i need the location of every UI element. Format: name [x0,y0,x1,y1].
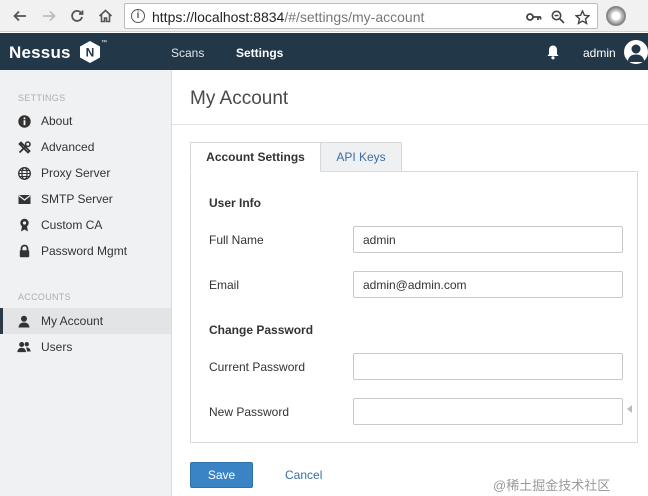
save-button[interactable]: Save [190,462,253,488]
user-icon [17,314,31,328]
app-logo[interactable]: Nessus [9,43,71,63]
new-password-input[interactable] [353,398,623,425]
url-text[interactable]: https://localhost:8834/#/settings/my-acc… [152,9,424,25]
sidebar-item-label: Advanced [41,140,95,154]
sidebar-heading-accounts: ACCOUNTS [18,292,71,302]
reload-icon[interactable] [67,6,87,26]
full-name-input[interactable] [353,226,623,253]
new-password-label: New Password [209,405,290,419]
certificate-icon [17,218,31,232]
sidebar-item-users[interactable]: Users [0,334,171,360]
username[interactable]: admin [583,46,616,60]
back-arrow-icon[interactable] [10,6,30,26]
globe-icon [17,166,31,180]
home-icon[interactable] [95,6,115,26]
url-path: /#/settings/my-account [284,9,425,25]
key-icon[interactable] [525,8,543,26]
current-password-input[interactable] [353,353,623,380]
sidebar-item-label: My Account [41,314,104,328]
avatar-icon[interactable] [624,40,648,64]
tools-icon [17,140,31,154]
sidebar-item-about[interactable]: About [0,108,171,134]
sidebar-item-smtp-server[interactable]: SMTP Server [0,186,171,212]
sidebar-item-label: SMTP Server [41,192,113,206]
tab-api-keys[interactable]: API Keys [320,142,402,172]
logo-mark: N [86,46,95,60]
bookmark-star-icon[interactable] [573,8,591,26]
lock-icon [17,244,31,258]
sidebar-item-password-mgmt[interactable]: Password Mgmt [0,238,171,264]
user-info-heading: User Info [209,196,262,210]
forward-arrow-icon[interactable] [39,6,59,26]
app-header: Nessus N ™ Scans Settings admin [0,33,648,70]
extension-icon[interactable] [606,6,626,26]
sidebar: SETTINGS About Advanced Proxy Server SMT… [0,70,172,496]
sidebar-item-label: About [41,114,73,128]
sidebar-item-advanced[interactable]: Advanced [0,134,171,160]
nav-scans[interactable]: Scans [171,46,204,60]
info-icon [17,114,31,128]
scroll-hint-icon [627,405,632,413]
page-title: My Account [190,88,289,109]
email-label: Email [209,278,240,292]
cancel-button[interactable]: Cancel [285,468,322,482]
change-password-heading: Change Password [209,323,314,337]
envelope-icon [17,192,31,206]
full-name-label: Full Name [209,233,264,247]
trademark: ™ [101,40,107,46]
sidebar-item-label: Custom CA [41,218,103,232]
url-host: https://localhost:8834 [152,9,285,25]
email-input[interactable] [353,271,623,298]
divider [172,124,648,125]
current-password-label: Current Password [209,360,306,374]
tab-account-settings[interactable]: Account Settings [190,142,321,172]
nessus-logo-icon: N [80,41,100,63]
watermark: @稀土掘金技术社区 [493,478,611,493]
browser-toolbar: i https://localhost:8834/#/settings/my-a… [0,0,648,32]
sidebar-item-label: Password Mgmt [41,244,128,258]
sidebar-item-label: Proxy Server [41,166,111,180]
sidebar-item-my-account[interactable]: My Account [0,308,171,334]
info-icon[interactable]: i [131,9,145,23]
sidebar-item-custom-ca[interactable]: Custom CA [0,212,171,238]
address-bar[interactable]: i https://localhost:8834/#/settings/my-a… [124,3,598,29]
sidebar-item-proxy-server[interactable]: Proxy Server [0,160,171,186]
sidebar-item-label: Users [41,340,73,354]
bell-icon[interactable] [546,44,560,60]
sidebar-heading-settings: SETTINGS [18,93,66,103]
users-icon [17,340,31,354]
zoom-icon[interactable] [549,8,567,26]
nav-settings[interactable]: Settings [236,46,283,60]
